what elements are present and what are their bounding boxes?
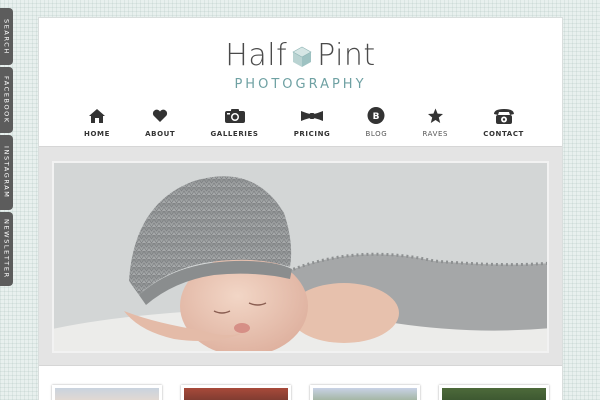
camera-icon: [224, 106, 246, 126]
nav-item-home[interactable]: HOME: [84, 106, 110, 138]
thumbnail-2[interactable]: [181, 385, 291, 400]
nav-label-raves: RAVES: [422, 130, 449, 138]
side-tab-facebook[interactable]: Facebook: [0, 67, 13, 133]
main-nav: HOME ABOUT GALLERIES PRICING B BLOG RAVE…: [84, 106, 524, 138]
side-tab-newsletter[interactable]: Newsletter: [0, 212, 13, 286]
telephone-icon: [492, 106, 516, 126]
blog-bubble-icon: B: [366, 106, 386, 126]
nav-item-raves[interactable]: RAVES: [422, 106, 448, 138]
logo-wordmark: Half Pint: [39, 38, 562, 73]
nav-label-contact: CONTACT: [483, 130, 524, 138]
logo-word-pint: Pint: [317, 38, 376, 73]
nav-label-about: ABOUT: [145, 130, 176, 138]
nav-label-home: HOME: [84, 130, 110, 138]
milk-carton-icon: [292, 46, 312, 67]
nav-label-galleries: GALLERIES: [210, 130, 259, 138]
house-icon: [88, 106, 106, 126]
nav-label-blog: BLOG: [365, 130, 388, 138]
nav-item-pricing[interactable]: PRICING: [294, 106, 331, 138]
side-tab-search-label: Search: [2, 18, 11, 55]
thumbnail-3[interactable]: [310, 385, 420, 400]
bowtie-icon: [300, 106, 324, 126]
hero-slideshow-image[interactable]: [52, 161, 549, 353]
side-tab-newsletter-label: Newsletter: [2, 219, 11, 279]
side-tab-search[interactable]: Search: [0, 8, 13, 65]
logo-tagline: PHOTOGRAPHY: [234, 77, 367, 92]
page-container: Half Pint PHOTOGRAPHY HOME ABOUT GALLERI…: [38, 17, 563, 400]
hero-band: [39, 146, 562, 366]
site-logo[interactable]: Half Pint PHOTOGRAPHY: [39, 38, 562, 92]
star-icon: [427, 106, 444, 126]
logo-word-half: Half: [225, 38, 288, 73]
heart-icon: [152, 106, 168, 126]
thumbnail-4[interactable]: [439, 385, 549, 400]
svg-text:B: B: [373, 112, 380, 122]
side-tab-facebook-label: Facebook: [2, 76, 11, 124]
nav-item-contact[interactable]: CONTACT: [483, 106, 524, 138]
thumbnail-1[interactable]: [52, 385, 162, 400]
nav-label-pricing: PRICING: [293, 130, 331, 138]
nav-item-blog[interactable]: B BLOG: [366, 106, 388, 138]
side-tab-instagram[interactable]: Instagram: [0, 135, 13, 210]
thumbnail-strip: [52, 385, 549, 400]
nav-item-about[interactable]: ABOUT: [145, 106, 175, 138]
side-tab-instagram-label: Instagram: [2, 146, 11, 199]
sleeping-baby-photo: [54, 163, 547, 351]
nav-item-galleries[interactable]: GALLERIES: [210, 106, 258, 138]
